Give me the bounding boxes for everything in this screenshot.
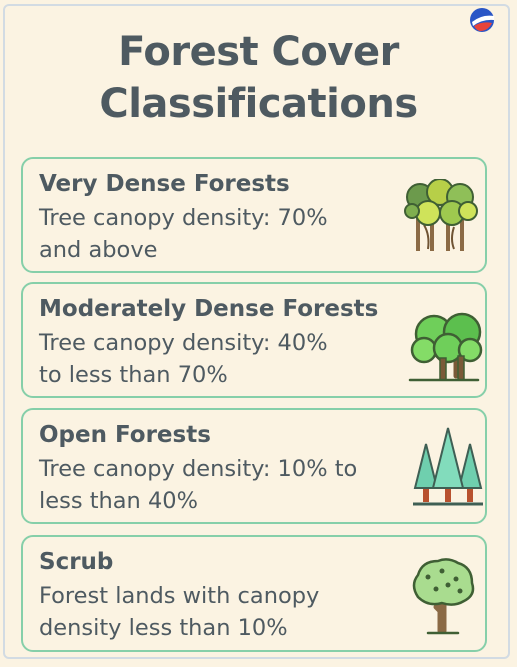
single-tree-icon: [412, 558, 475, 635]
card-description-line: less than 40%: [39, 488, 198, 514]
card-title: Scrub: [39, 549, 114, 575]
card-description-line: and above: [39, 237, 158, 263]
card-description-line: Tree canopy density: 40%: [39, 330, 328, 356]
broadleaf-trees-icon: [408, 312, 483, 382]
card-description: Tree canopy density: 40% to less than 70…: [39, 327, 404, 391]
card-description: Tree canopy density: 70% and above: [39, 202, 404, 266]
card-scrub: Scrub Forest lands with canopy density l…: [21, 535, 487, 652]
rainforest-trees-icon: [404, 179, 478, 251]
card-description-line: to less than 70%: [39, 362, 228, 388]
card-very-dense-forests: Very Dense Forests Tree canopy density: …: [21, 157, 487, 273]
card-title: Very Dense Forests: [39, 171, 290, 197]
card-description-line: Forest lands with canopy: [39, 583, 320, 609]
card-title: Moderately Dense Forests: [39, 296, 379, 322]
card-description: Tree canopy density: 10% to less than 40…: [39, 453, 404, 517]
card-description: Forest lands with canopy density less th…: [39, 580, 404, 644]
card-open-forests: Open Forests Tree canopy density: 10% to…: [21, 408, 487, 524]
card-title: Open Forests: [39, 422, 211, 448]
card-moderately-dense-forests: Moderately Dense Forests Tree canopy den…: [21, 282, 487, 398]
title-line-2: Classifications: [99, 81, 418, 127]
page-title: Forest Cover Classifications: [0, 26, 517, 130]
card-description-line: density less than 10%: [39, 615, 288, 641]
pine-trees-icon: [413, 427, 483, 506]
title-line-1: Forest Cover: [118, 29, 399, 75]
card-description-line: Tree canopy density: 10% to: [39, 456, 358, 482]
card-description-line: Tree canopy density: 70%: [39, 205, 328, 231]
